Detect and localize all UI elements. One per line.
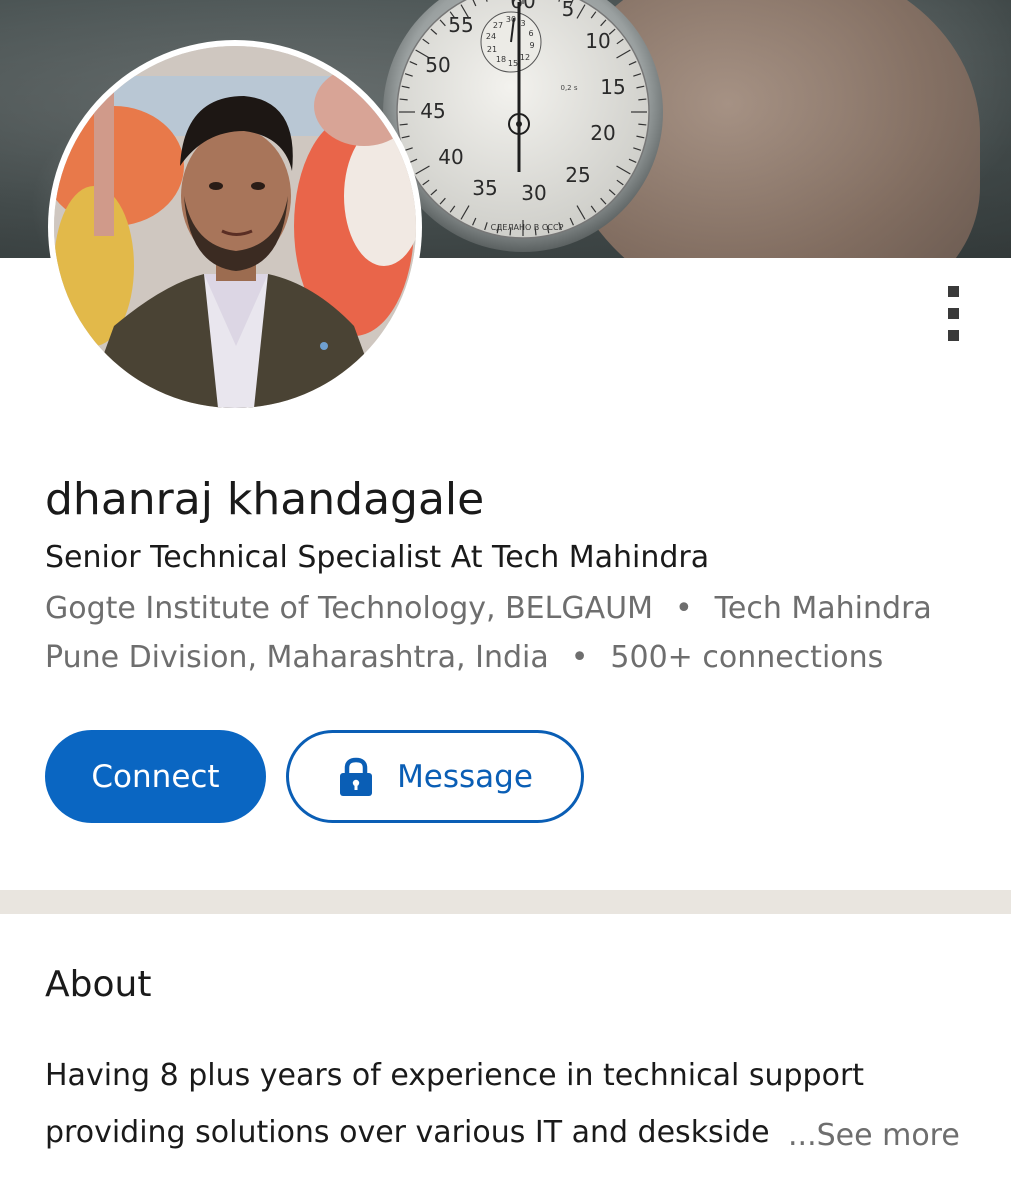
profile-name: dhanraj khandagale <box>45 474 485 525</box>
dial-num-50: 50 <box>425 53 450 77</box>
dial-num-30: 30 <box>521 181 546 205</box>
section-divider <box>0 890 1011 914</box>
message-button[interactable]: Message <box>286 730 584 823</box>
separator-dot: • <box>570 640 589 675</box>
more-options-button[interactable] <box>930 280 978 350</box>
message-label: Message <box>397 758 533 795</box>
about-heading: About <box>45 964 152 1005</box>
subdial-num-3: 3 <box>520 19 525 28</box>
profile-avatar[interactable] <box>48 40 422 414</box>
connect-label: Connect <box>91 758 220 795</box>
dial-num-40: 40 <box>438 145 463 169</box>
more-vertical-icon <box>948 286 959 297</box>
subdial-num-21: 21 <box>487 45 497 54</box>
dial-num-25: 25 <box>565 163 590 187</box>
subdial-num-12: 12 <box>520 53 530 62</box>
connections-link[interactable]: 500+ connections <box>610 640 883 675</box>
subdial-num-24: 24 <box>486 32 496 41</box>
about-text-line-1: Having 8 plus years of experience in tec… <box>45 1058 865 1093</box>
separator-dot: • <box>674 591 693 626</box>
connect-button[interactable]: Connect <box>45 730 266 823</box>
education-link[interactable]: Gogte Institute of Technology, BELGAUM <box>45 591 653 626</box>
profile-headline: Senior Technical Specialist At Tech Mahi… <box>45 540 710 575</box>
subdial-num-18: 18 <box>496 55 506 64</box>
dial-num-10: 10 <box>585 29 610 53</box>
see-more-link[interactable]: ...See more <box>788 1116 960 1156</box>
location-text: Pune Division, Maharashtra, India <box>45 640 549 675</box>
location-connections-line: Pune Division, Maharashtra, India • 500+ c… <box>45 638 883 678</box>
subdial-num-15: 15 <box>508 59 518 68</box>
subdial-num-27: 27 <box>493 21 503 30</box>
subdial-num-6: 6 <box>528 29 533 38</box>
dial-tick <box>638 123 647 126</box>
dial-num-5: 5 <box>562 0 575 21</box>
dial-num-35: 35 <box>472 176 497 200</box>
company-link[interactable]: Tech Mahindra <box>715 591 932 626</box>
dial-tick <box>399 98 408 101</box>
dial-num-20: 20 <box>590 121 615 145</box>
person-photo-illustration <box>54 46 416 408</box>
about-text-line-2: providing solutions over various IT and … <box>45 1115 770 1150</box>
avatar-photo <box>54 46 416 408</box>
maker-text: СДЕЛАНО В СССР <box>491 223 564 232</box>
subdial-num-9: 9 <box>529 41 534 50</box>
dial-num-60: 60 <box>510 0 535 13</box>
dial-num-55: 55 <box>448 13 473 37</box>
dial-num-15: 15 <box>600 75 625 99</box>
dial-tick <box>399 123 408 126</box>
dial-tick <box>638 98 647 101</box>
lock-icon <box>340 757 373 796</box>
stopwatch-image: 60 5 10 15 20 25 30 35 40 45 50 55 30 3 … <box>383 0 663 252</box>
dial-small-text: 0,2 s <box>560 84 577 92</box>
profile-page: 60 5 10 15 20 25 30 35 40 45 50 55 30 3 … <box>0 0 1011 1200</box>
education-company-line: Gogte Institute of Technology, BELGAUM • T… <box>45 589 932 629</box>
dial-num-45: 45 <box>420 99 445 123</box>
